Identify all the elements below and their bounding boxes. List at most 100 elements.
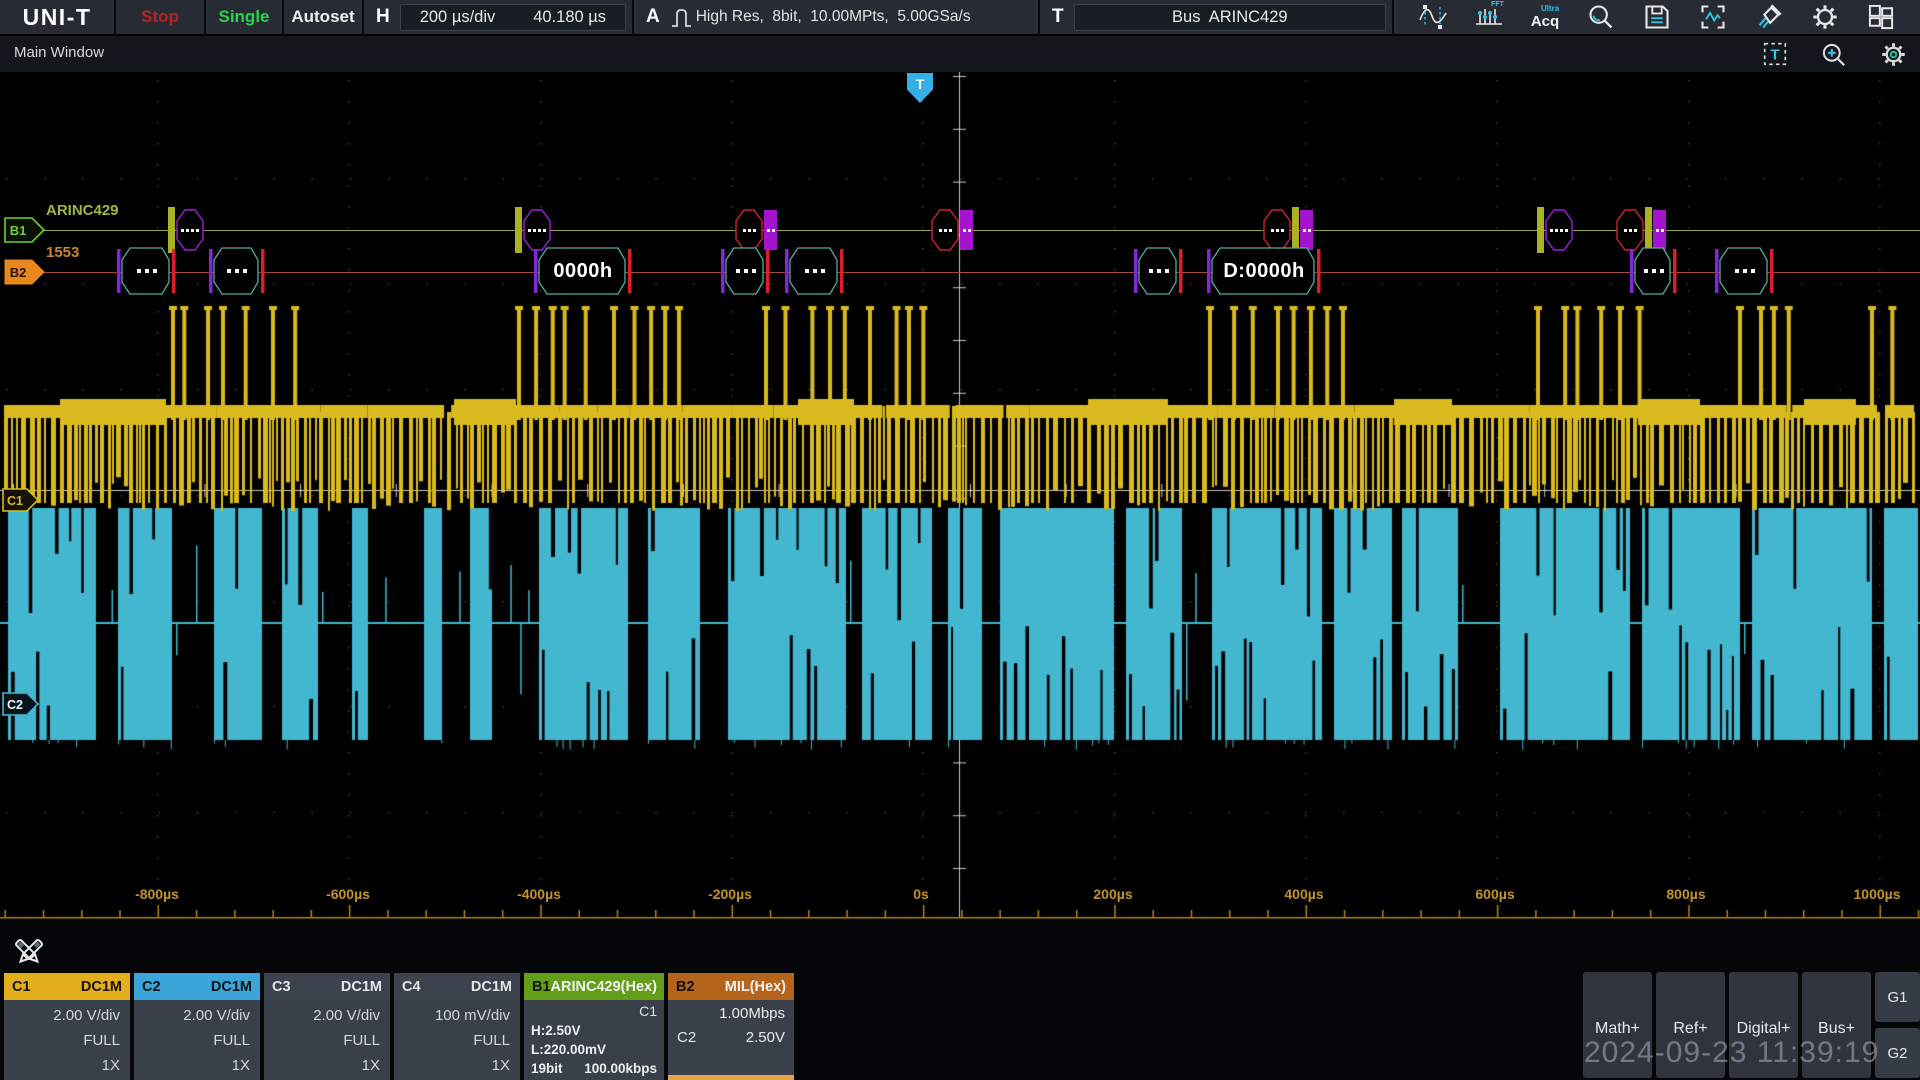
- bus2-source: C2: [677, 1026, 696, 1050]
- math-add-button[interactable]: Math+: [1583, 972, 1652, 1078]
- channel1-badge[interactable]: C1: [2, 488, 40, 512]
- acquire-info: High Res, 8bit, 10.00MPts, 5.00GSa/s: [696, 8, 971, 26]
- bus2-decode-packet: [117, 246, 176, 296]
- bus1-panel-mode: ARINC429(Hex): [551, 979, 657, 995]
- trigger-settings[interactable]: T Bus ARINC429: [1040, 0, 1392, 34]
- annotate-button[interactable]: [8, 932, 50, 974]
- zoom-in-icon: [1820, 41, 1847, 68]
- save-icon: [1643, 3, 1671, 31]
- channel-name: C1: [12, 979, 31, 995]
- time-axis-label: 0s: [913, 886, 929, 902]
- display-settings-gear-icon: [1880, 41, 1907, 68]
- svg-text:B1: B1: [10, 223, 27, 238]
- digital-add-button[interactable]: Digital+: [1729, 972, 1798, 1078]
- channel-name: C3: [272, 979, 291, 995]
- channel-info-panel-c3[interactable]: C3 DC1M 2.00 V/div FULL 1X: [264, 973, 390, 1080]
- bus2-decode-packet: [1630, 246, 1677, 296]
- acq-label: Acq: [1531, 14, 1559, 29]
- bus2-threshold: 2.50V: [746, 1026, 785, 1050]
- horizontal-offset-value: 40.180 µs: [533, 8, 606, 27]
- bus2-panel-name: B2: [676, 979, 695, 995]
- bus1-name-label: ARINC429: [46, 202, 119, 219]
- channel-coupling: DC1M: [211, 979, 252, 995]
- svg-text:C2: C2: [7, 698, 23, 712]
- bus1-badge[interactable]: B1: [4, 217, 46, 243]
- bus-add-button[interactable]: Bus+: [1802, 972, 1871, 1078]
- group-tab-g1[interactable]: G1: [1875, 972, 1920, 1022]
- oscilloscope-ui: UNI-T Stop Single Autoset H 200 µs/div 4…: [0, 0, 1920, 1080]
- channel-info-panel-c2[interactable]: C2 DC1M 2.00 V/div FULL 1X: [134, 973, 260, 1080]
- channel-bandwidth: FULL: [394, 1028, 520, 1053]
- bus2-decode-packet: [1134, 246, 1183, 296]
- zoom-in-button[interactable]: [1818, 39, 1848, 69]
- horizontal-settings[interactable]: H 200 µs/div 40.180 µs: [364, 0, 632, 34]
- bus2-packet-value: [791, 246, 838, 296]
- channel-name: C4: [402, 979, 421, 995]
- time-axis-label: 1000µs: [1854, 886, 1901, 902]
- time-axis-label: 600µs: [1475, 886, 1514, 902]
- bus2-decode-packet: [1715, 246, 1774, 296]
- bus2-packet-value: [727, 246, 764, 296]
- single-button[interactable]: Single: [206, 0, 282, 34]
- pulse-icon: [670, 5, 696, 29]
- bus1-bits: 19bit: [531, 1059, 563, 1078]
- fft-label: FFT: [1491, 1, 1504, 8]
- bus2-packet-value: [1636, 246, 1671, 296]
- screenshot-button[interactable]: [1692, 2, 1734, 32]
- svg-text:B2: B2: [10, 265, 27, 280]
- acquire-key: A: [634, 6, 670, 28]
- waveform-canvas: [0, 72, 1920, 920]
- top-toolbar: UNI-T Stop Single Autoset H 200 µs/div 4…: [0, 0, 1920, 34]
- bus1-info-panel[interactable]: B1 ARINC429(Hex) C1 H:2.50V L:220.00mV 1…: [524, 973, 664, 1080]
- toolbar-icon-group: FFT Ultra Acq: [1394, 0, 1920, 34]
- channel-coupling: DC1M: [81, 979, 122, 995]
- bus2-badge[interactable]: B2: [4, 259, 46, 285]
- channel-name: C2: [142, 979, 161, 995]
- channel-scale: 2.00 V/div: [4, 1003, 130, 1028]
- timebase-readout[interactable]: 200 µs/div 40.180 µs: [400, 4, 626, 31]
- bus2-panel-mode: MIL(Hex): [725, 979, 786, 995]
- save-button[interactable]: [1636, 2, 1678, 32]
- display-settings-button[interactable]: [1878, 39, 1908, 69]
- time-axis-label: -800µs: [135, 886, 179, 902]
- ref-add-button[interactable]: Ref+: [1656, 972, 1725, 1078]
- measure-cursor-button[interactable]: [1412, 2, 1454, 32]
- channel-info-panel-c1[interactable]: C1 DC1M 2.00 V/div FULL 1X: [4, 973, 130, 1080]
- channel-bandwidth: FULL: [264, 1028, 390, 1053]
- time-axis-label: -600µs: [326, 886, 370, 902]
- acq-ultra-badge: Ultra: [1541, 5, 1559, 13]
- run-stop-button[interactable]: Stop: [116, 0, 204, 34]
- measure-cursor-icon: [1418, 4, 1448, 30]
- bus2-decode-packet: [721, 246, 770, 296]
- channel-bandwidth: FULL: [134, 1028, 260, 1053]
- bus2-rate: 1.00Mbps: [719, 1002, 785, 1026]
- channel-coupling: DC1M: [471, 979, 512, 995]
- bus2-decode-packet: D:0000h: [1207, 246, 1321, 296]
- fft-button[interactable]: FFT: [1468, 2, 1510, 32]
- time-axis-label: -400µs: [517, 886, 561, 902]
- search-button[interactable]: [1580, 2, 1622, 32]
- channel2-badge[interactable]: C2: [2, 692, 40, 716]
- group-tab-g2[interactable]: G2: [1875, 1028, 1920, 1078]
- channel-probe: 1X: [134, 1053, 260, 1078]
- crossed-pens-icon: [8, 932, 50, 974]
- bus2-packet-value: [123, 246, 170, 296]
- bus2-packet-value: 0000h: [540, 246, 626, 296]
- text-label-button[interactable]: T: [1760, 39, 1790, 69]
- bus1-panel-name: B1: [532, 979, 551, 995]
- acquire-settings[interactable]: A High Res, 8bit, 10.00MPts, 5.00GSa/s: [634, 0, 1038, 34]
- autoset-button[interactable]: Autoset: [284, 0, 362, 34]
- settings-button[interactable]: [1804, 2, 1846, 32]
- acq-ultra-button[interactable]: Ultra Acq: [1524, 2, 1566, 32]
- bus1-decode-packet: [931, 207, 973, 253]
- bus1-source: C1: [531, 1002, 657, 1021]
- channel-info-panel-c4[interactable]: C4 DC1M 100 mV/div FULL 1X: [394, 973, 520, 1080]
- trigger-key: T: [1040, 6, 1074, 28]
- layout-button[interactable]: [1860, 2, 1902, 32]
- bus2-name-label: 1553: [46, 244, 79, 261]
- bus1-high-threshold: H:2.50V: [531, 1021, 657, 1040]
- text-label-icon: T: [1762, 41, 1788, 67]
- clear-button[interactable]: [1748, 2, 1790, 32]
- trigger-readout[interactable]: Bus ARINC429: [1074, 4, 1386, 31]
- bus2-info-panel[interactable]: B2 MIL(Hex) 1.00Mbps C2 2.50V: [668, 973, 794, 1080]
